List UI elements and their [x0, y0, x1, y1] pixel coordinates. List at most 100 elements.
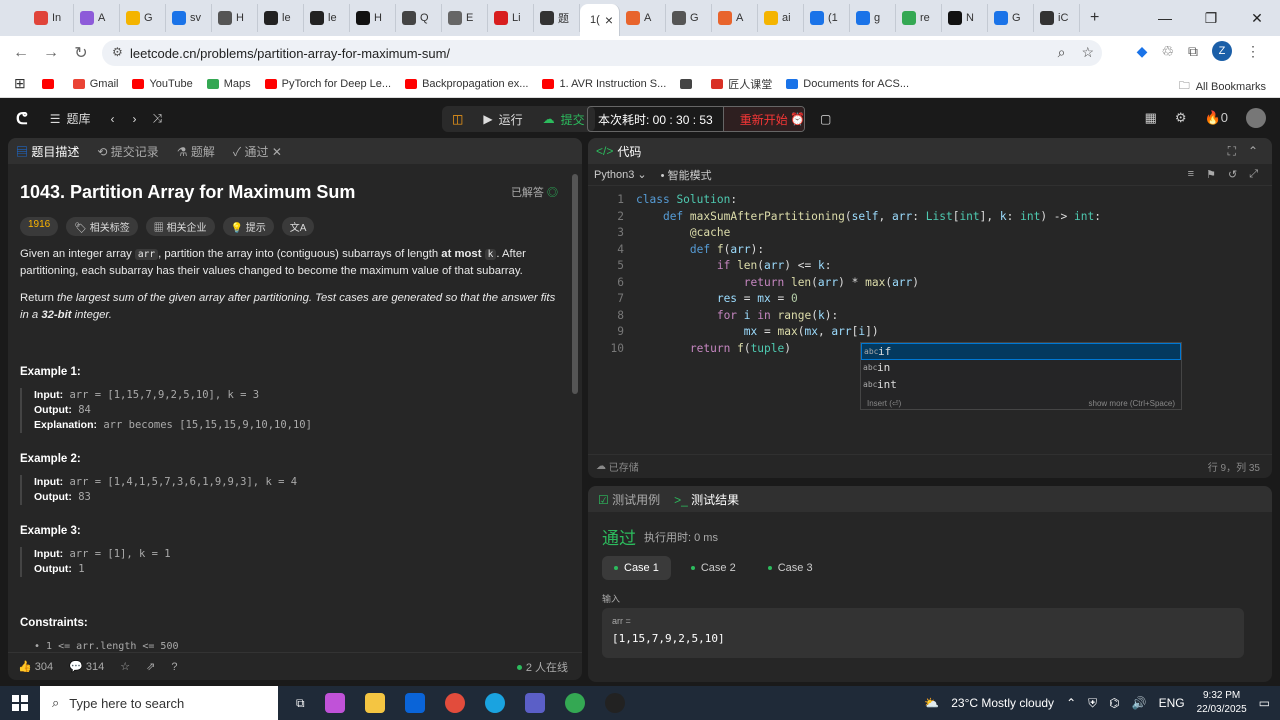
- browser-tab[interactable]: le: [258, 4, 304, 32]
- bookmark-item[interactable]: 匠人课堂: [711, 76, 772, 92]
- extension-icon[interactable]: ◆: [1137, 43, 1148, 60]
- minimize-button[interactable]: —: [1142, 0, 1188, 36]
- bookmark-item[interactable]: [680, 78, 697, 89]
- edge-icon[interactable]: [484, 693, 505, 713]
- browser-tab[interactable]: re: [896, 4, 942, 32]
- tab-testcases[interactable]: ☑ 测试用例: [598, 491, 660, 508]
- shuffle-icon[interactable]: ⤨: [152, 111, 162, 126]
- chrome-profile-icon[interactable]: [564, 693, 585, 713]
- suggestion-item[interactable]: abc if: [861, 343, 1181, 360]
- related-companies-button[interactable]: ▦ 相关企业: [145, 217, 215, 236]
- windows-start-icon[interactable]: [0, 695, 40, 711]
- browser-tab[interactable]: le: [304, 4, 350, 32]
- zoom-icon[interactable]: ⌕: [1058, 44, 1066, 61]
- close-window-button[interactable]: ✕: [1234, 0, 1280, 36]
- collapse-icon[interactable]: ⌃: [1248, 144, 1258, 158]
- outlook-icon[interactable]: [404, 693, 425, 713]
- browser-tab[interactable]: N: [942, 4, 988, 32]
- file-explorer-icon[interactable]: [364, 693, 385, 713]
- debug-button[interactable]: ◫: [442, 106, 473, 132]
- browser-tab[interactable]: H: [350, 4, 396, 32]
- smart-mode-toggle[interactable]: • 智能模式: [661, 167, 712, 183]
- related-tags-button[interactable]: 🏷 相关标签: [66, 217, 138, 236]
- close-tab-icon[interactable]: ×: [605, 12, 613, 28]
- run-button[interactable]: ▶ 运行: [473, 106, 532, 132]
- app-icon[interactable]: [604, 693, 625, 713]
- tab-accepted[interactable]: ✓ 通过 ✕: [233, 143, 282, 160]
- browser-tab[interactable]: G: [666, 4, 712, 32]
- fullscreen-icon[interactable]: ⛶: [1228, 144, 1236, 159]
- note-icon[interactable]: ▢: [820, 112, 831, 126]
- prev-problem-button[interactable]: ‹: [110, 112, 114, 126]
- url-field[interactable]: ⚙ leetcode.cn/problems/partition-array-f…: [102, 40, 1102, 66]
- tab-solutions[interactable]: ⚗ 题解: [177, 143, 215, 160]
- bookmark-icon[interactable]: ⚑: [1206, 168, 1216, 181]
- menu-icon[interactable]: ⋮: [1246, 43, 1260, 60]
- browser-tab[interactable]: G: [120, 4, 166, 32]
- clock[interactable]: 9:32 PM 22/03/2025: [1197, 689, 1247, 717]
- browser-tab[interactable]: A: [74, 4, 120, 32]
- maximize-button[interactable]: ❐: [1188, 0, 1234, 36]
- user-avatar[interactable]: [1246, 108, 1266, 128]
- alarm-icon[interactable]: ⏰: [790, 112, 805, 126]
- bookmark-item[interactable]: Backpropagation ex...: [405, 78, 528, 90]
- leetcode-logo-icon[interactable]: ᕦ: [16, 109, 28, 129]
- browser-tab[interactable]: 1(×: [580, 4, 620, 36]
- browser-tab[interactable]: g: [850, 4, 896, 32]
- volume-icon[interactable]: 🔊: [1132, 696, 1147, 710]
- favorite-star-icon[interactable]: ☆: [120, 660, 130, 673]
- browser-tab[interactable]: ai: [758, 4, 804, 32]
- hint-button[interactable]: 💡 提示: [222, 217, 274, 236]
- problem-list-button[interactable]: ☰ 题库: [50, 110, 91, 127]
- expand-icon[interactable]: ⤢: [1249, 168, 1258, 181]
- language-select[interactable]: Python3 ⌄: [594, 168, 647, 181]
- browser-tab[interactable]: A: [620, 4, 666, 32]
- tab-submissions[interactable]: ⟲ 提交记录: [97, 143, 158, 160]
- layout-icon[interactable]: ▦: [1145, 110, 1157, 126]
- site-info-icon[interactable]: ⚙: [112, 45, 123, 59]
- browser-tab[interactable]: sv: [166, 4, 212, 32]
- browser-tab[interactable]: (1: [804, 4, 850, 32]
- tab-test-results[interactable]: >_ 测试结果: [674, 491, 739, 508]
- bookmark-item[interactable]: [41, 78, 59, 89]
- puzzle-icon[interactable]: ⧉: [1188, 43, 1198, 60]
- description-scrollbar[interactable]: [572, 174, 578, 394]
- bookmark-star-icon[interactable]: ☆: [1081, 44, 1094, 61]
- task-view-icon[interactable]: ⧉: [296, 696, 305, 711]
- all-bookmarks-button[interactable]: 🗀 All Bookmarks: [1179, 77, 1266, 96]
- settings-gear-icon[interactable]: ⚙: [1175, 110, 1187, 126]
- copilot-icon[interactable]: [324, 693, 345, 713]
- browser-tab[interactable]: 题: [534, 4, 580, 32]
- suggestion-item[interactable]: abc in: [861, 360, 1181, 377]
- shield-icon[interactable]: ⛨: [1088, 696, 1097, 711]
- bookmark-item[interactable]: 1. AVR Instruction S...: [542, 78, 666, 90]
- translate-button[interactable]: 文A: [281, 217, 315, 236]
- browser-tab[interactable]: G: [988, 4, 1034, 32]
- suggestion-item[interactable]: abc int: [861, 376, 1181, 393]
- taskbar-search[interactable]: ⌕ Type here to search: [40, 686, 278, 720]
- like-button[interactable]: 👍 304: [18, 660, 53, 673]
- back-button[interactable]: ←: [6, 44, 36, 62]
- browser-tab[interactable]: H: [212, 4, 258, 32]
- translate-icon[interactable]: ♲: [1161, 43, 1174, 60]
- browser-tab[interactable]: iC: [1034, 4, 1080, 32]
- network-icon[interactable]: ⌬: [1109, 696, 1119, 710]
- close-tab-icon[interactable]: ✕: [272, 145, 282, 159]
- apps-icon[interactable]: ⊞: [14, 75, 26, 92]
- code-area[interactable]: 1 class Solution: 2 def maxSumAfterPartit…: [588, 192, 1268, 357]
- format-icon[interactable]: ≡: [1188, 168, 1194, 181]
- case-3-tab[interactable]: Case 3: [756, 556, 825, 580]
- language-indicator[interactable]: ENG: [1159, 696, 1185, 710]
- browser-tab[interactable]: A: [712, 4, 758, 32]
- bookmark-item[interactable]: Maps: [206, 78, 251, 90]
- bookmark-item[interactable]: PyTorch for Deep Le...: [264, 78, 391, 90]
- profile-avatar[interactable]: Z: [1212, 41, 1232, 61]
- tray-chevron-icon[interactable]: ⌃: [1066, 696, 1076, 710]
- new-tab-button[interactable]: +: [1090, 9, 1099, 27]
- weather-icon[interactable]: ⛅: [924, 696, 939, 710]
- share-icon[interactable]: ⇗: [146, 660, 155, 673]
- case-1-tab[interactable]: Case 1: [602, 556, 671, 580]
- forward-button[interactable]: →: [36, 44, 66, 62]
- chrome-icon[interactable]: [444, 693, 465, 713]
- teams-icon[interactable]: [524, 693, 545, 713]
